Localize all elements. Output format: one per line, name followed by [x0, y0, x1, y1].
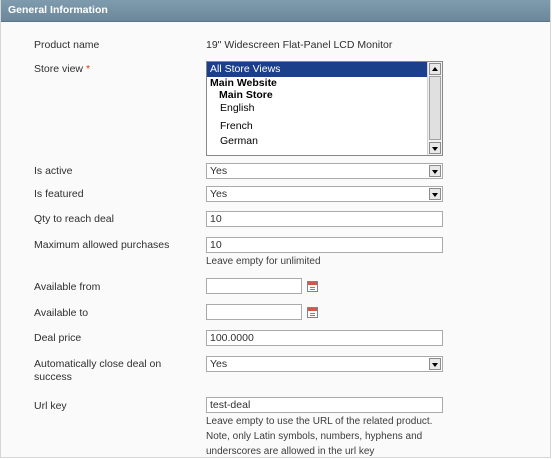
dropdown-button[interactable]	[429, 165, 441, 177]
is-featured-label: Is featured	[34, 188, 84, 200]
store-view-options: All Store Views Main Website Main Store …	[207, 62, 427, 155]
auto-close-label: Automatically close deal on success	[34, 358, 161, 384]
available-to-label: Available to	[34, 307, 89, 319]
auto-close-label-line1: Automatically close deal on	[34, 358, 162, 370]
calendar-icon[interactable]	[307, 281, 318, 292]
is-active-select[interactable]: Yes	[206, 163, 443, 179]
auto-close-label-line2: success	[34, 371, 72, 383]
available-to-input[interactable]	[206, 304, 302, 320]
qty-to-reach-deal-label: Qty to reach deal	[34, 213, 114, 225]
section-title: General Information	[8, 4, 108, 16]
max-allowed-purchases-note: Leave empty for unlimited	[206, 256, 321, 267]
dropdown-button[interactable]	[429, 188, 441, 200]
required-asterisk: *	[85, 63, 91, 75]
available-from-input[interactable]	[206, 278, 302, 294]
scroll-thumb[interactable]	[429, 76, 441, 140]
store-view-group-main-store: Main Store	[219, 89, 273, 101]
auto-close-select[interactable]: Yes	[206, 356, 443, 372]
chevron-down-icon	[432, 170, 438, 174]
url-key-note-line2: Note, only Latin symbols, numbers, hyphe…	[206, 431, 423, 442]
is-active-value: Yes	[210, 165, 228, 177]
chevron-down-icon	[432, 193, 438, 197]
url-key-note-line1: Leave empty to use the URL of the relate…	[206, 416, 433, 427]
store-view-label-text: Store view	[34, 63, 84, 75]
auto-close-value: Yes	[210, 358, 228, 370]
max-allowed-purchases-label: Maximum allowed purchases	[34, 239, 170, 251]
store-view-option-french[interactable]: French	[207, 119, 427, 134]
url-key-input[interactable]	[206, 397, 443, 413]
scroll-down-button[interactable]	[429, 142, 441, 154]
is-active-label: Is active	[34, 165, 73, 177]
is-featured-select[interactable]: Yes	[206, 186, 443, 202]
general-information-panel: General Information Product name 19" Wid…	[0, 0, 551, 458]
arrow-up-icon	[432, 67, 438, 71]
store-view-label: Store view *	[34, 63, 90, 76]
deal-price-label: Deal price	[34, 332, 82, 344]
store-view-multiselect[interactable]: All Store Views Main Website Main Store …	[206, 61, 443, 156]
product-name-label: Product name	[34, 39, 100, 51]
available-from-label: Available from	[34, 281, 101, 293]
store-view-option-english[interactable]: English	[207, 101, 427, 116]
deal-price-input[interactable]	[206, 330, 443, 346]
scroll-up-button[interactable]	[429, 63, 441, 75]
product-name-value: 19" Widescreen Flat-Panel LCD Monitor	[206, 39, 393, 51]
store-view-option-all[interactable]: All Store Views	[207, 62, 427, 77]
is-featured-value: Yes	[210, 188, 228, 200]
url-key-label: Url key	[34, 400, 67, 412]
dropdown-button[interactable]	[429, 358, 441, 370]
arrow-down-icon	[432, 147, 438, 151]
store-view-scrollbar[interactable]	[427, 62, 442, 155]
store-view-group-main-website: Main Website	[210, 77, 277, 89]
max-allowed-purchases-input[interactable]	[206, 237, 443, 253]
section-header: General Information	[1, 0, 550, 22]
chevron-down-icon	[432, 363, 438, 367]
url-key-note-line3: underscores are allowed in the url key	[206, 446, 375, 457]
calendar-icon[interactable]	[307, 307, 318, 318]
qty-to-reach-deal-input[interactable]	[206, 211, 443, 227]
store-view-option-german[interactable]: German	[207, 134, 427, 149]
